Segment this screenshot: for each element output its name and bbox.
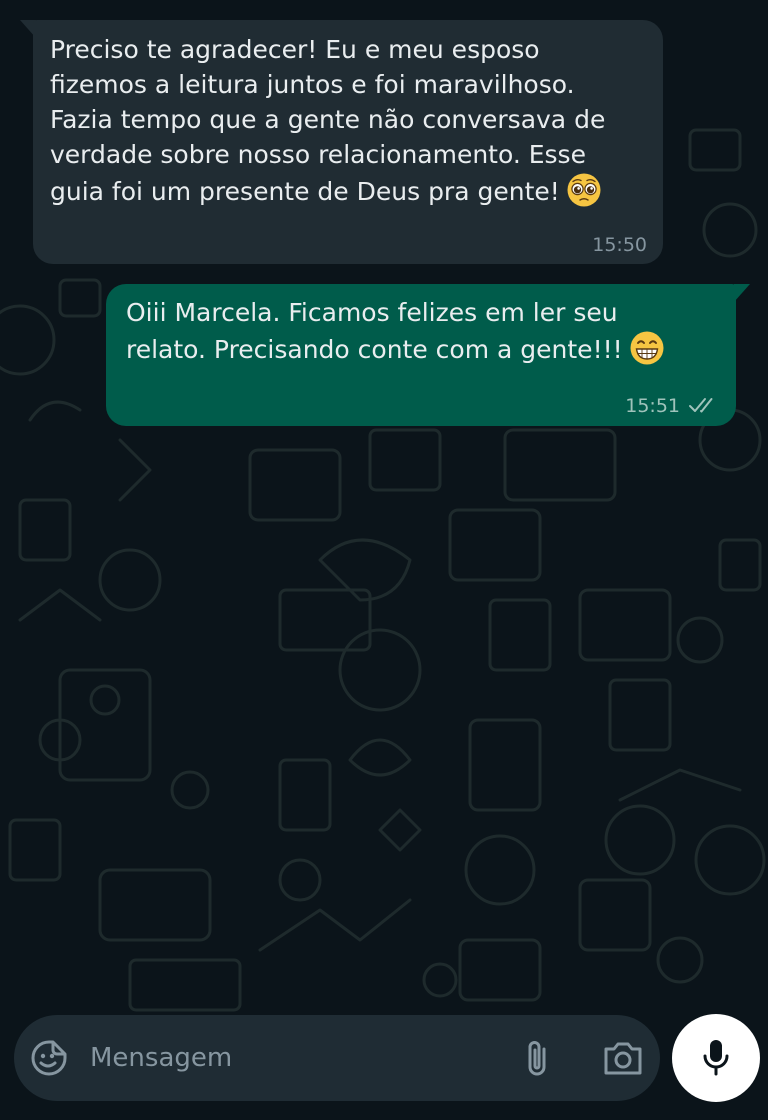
message-composer (14, 1015, 660, 1101)
outgoing-bubble-tail (734, 284, 750, 302)
message-text: Preciso te agradecer! Eu e meu esposo fi… (50, 35, 606, 207)
sticker-emoji-icon[interactable] (30, 1039, 68, 1077)
paperclip-attach-icon[interactable] (522, 1037, 552, 1079)
message-text: Oiii Marcela. Ficamos felizes em ler seu… (126, 295, 722, 367)
grinning-face-emoji-icon (630, 331, 664, 365)
pleading-face-emoji-icon (567, 173, 601, 207)
delivered-double-check-icon (689, 398, 713, 413)
microphone-icon (703, 1040, 729, 1076)
outgoing-message-bubble[interactable]: Oiii Marcela. Ficamos felizes em ler seu… (106, 284, 736, 426)
camera-icon[interactable] (602, 1039, 644, 1077)
message-timestamp: 15:51 (625, 395, 680, 417)
voice-message-button[interactable] (672, 1014, 760, 1102)
message-input[interactable] (90, 1035, 490, 1081)
message-timestamp: 15:50 (592, 234, 647, 256)
incoming-message-bubble[interactable]: Preciso te agradecer! Eu e meu esposo fi… (33, 20, 663, 264)
